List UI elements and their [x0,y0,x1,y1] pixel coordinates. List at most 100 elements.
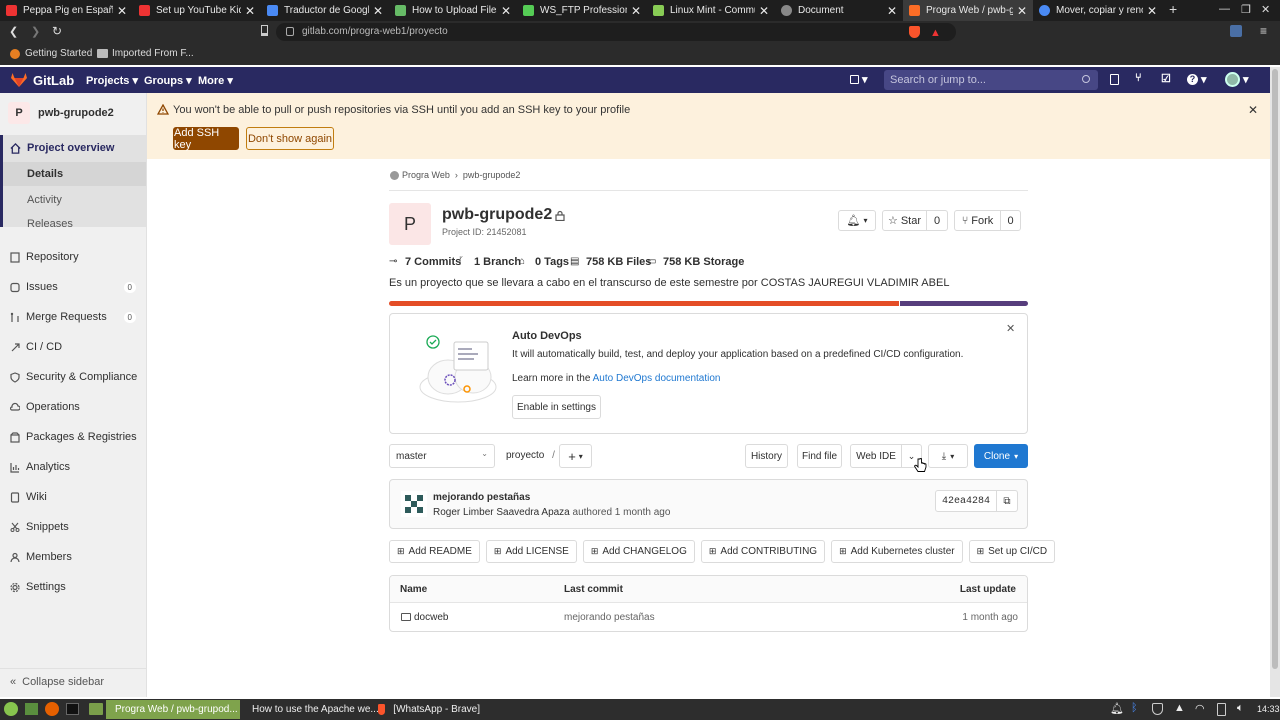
star-count[interactable]: 0 [926,210,948,231]
sidebar-subitem-releases[interactable]: Releases [17,211,146,237]
sidebar-item-settings[interactable]: Settings [0,574,146,600]
devops-docs-link[interactable]: Auto DevOps documentation [593,373,721,384]
browser-tab[interactable]: Document ✕ [775,0,903,21]
find-file-button[interactable]: Find file [797,444,842,468]
close-tab-icon[interactable]: ✕ [117,4,127,18]
file-last-commit[interactable]: mejorando pestañas [564,612,655,623]
nav-groups[interactable]: Groups ▾ [144,74,192,87]
clock[interactable]: 14:33 [1257,704,1280,714]
forward-icon[interactable]: ❯ [31,25,40,38]
breadcrumb-project[interactable]: pwb-grupode2 [463,170,521,180]
sidebar-item-operations[interactable]: Operations [0,394,146,420]
table-row[interactable]: docweb mejorando pestañas 1 month ago [390,604,1027,631]
nav-more[interactable]: More ▾ [198,74,233,87]
brave-shield-icon[interactable] [909,26,920,38]
close-tab-icon[interactable]: ✕ [501,4,511,18]
history-button[interactable]: History [745,444,788,468]
merge-requests-icon[interactable]: ⑂ [1135,72,1142,84]
search-input[interactable]: Search or jump to... [884,70,1098,90]
sidebar-item-issues[interactable]: Issues 0 [0,274,146,300]
bluetooth-icon[interactable]: ᛒ [1131,702,1138,714]
user-avatar[interactable] [1225,72,1240,87]
close-banner-icon[interactable]: ✕ [1248,103,1258,117]
chevron-down-icon[interactable]: ▾ [1201,73,1207,86]
menu-icon[interactable]: ≡ [1260,24,1267,38]
download-button[interactable]: ⤓ ▾ [928,444,968,468]
add-ssh-key-button[interactable]: Add SSH key [173,127,239,151]
volume-icon[interactable]: 🔈︎ [1237,702,1244,715]
tags-stat[interactable]: ⌂ 0 Tags [519,256,572,268]
files-stat[interactable]: ▤ 758 KB Files [570,256,654,268]
back-icon[interactable]: ❮ [9,25,18,38]
browser-tab[interactable]: Linux Mint - Community✕ [647,0,775,21]
sidebar-subitem-details[interactable]: Details [17,161,146,187]
setup-ci-cd-button[interactable]: ⊞ Set up CI/CD [968,540,1056,563]
branch-select[interactable]: master ⌄ [389,444,495,468]
wifi-icon[interactable]: ◠ [1195,702,1205,715]
new-item-icon[interactable] [850,75,859,84]
notification-button[interactable]: 🔔︎ ▾ [838,210,876,231]
add-kubernetes-button[interactable]: ⊞ Add Kubernetes cluster [831,540,963,563]
maximize-icon[interactable]: ❐ [1241,3,1251,16]
translate-icon[interactable] [1230,25,1242,37]
close-tab-icon[interactable]: ✕ [245,4,255,18]
todo-icon[interactable] [1110,74,1119,85]
bookmark-getting-started[interactable]: Getting Started [25,48,92,59]
add-changelog-button[interactable]: ⊞ Add CHANGELOG [582,540,695,563]
gitlab-logo-icon[interactable] [11,72,27,87]
sidebar-item-wiki[interactable]: Wiki [0,484,146,510]
add-license-button[interactable]: ⊞ Add LICENSE [485,540,577,563]
issues-icon[interactable]: ☑ [1161,72,1171,85]
close-tab-icon[interactable]: ✕ [631,4,641,18]
new-tab-icon[interactable]: + [1169,1,1177,17]
browser-tab[interactable]: Traductor de Google ✕ [261,0,389,21]
bookmark-imported[interactable]: Imported From F... [112,48,194,59]
minimize-icon[interactable]: — [1219,3,1230,15]
taskbar-app-apache[interactable]: How to use the Apache we... [240,700,379,719]
project-name[interactable]: pwb-grupode2 [38,107,114,119]
scrollbar-thumb[interactable] [1272,69,1278,669]
browser-tab-active[interactable]: Progra Web / pwb-gru✕ [903,0,1033,21]
commits-stat[interactable]: ⊸ 7 Commits [389,256,464,268]
copy-sha-button[interactable]: ⧉ [996,490,1018,512]
show-desktop-icon[interactable] [25,703,38,715]
update-icon[interactable]: ▲ [1174,702,1185,714]
file-name-link[interactable]: docweb [414,612,448,623]
close-card-icon[interactable]: ✕ [1006,322,1015,335]
browser-tab[interactable]: Peppa Pig en Español |✕ [0,0,133,21]
browser-tab[interactable]: Mover, copiar y renom✕ [1033,0,1163,21]
project-avatar[interactable]: P [8,102,30,124]
close-window-icon[interactable]: ✕ [1261,3,1270,16]
fork-button[interactable]: ⑂ Fork [954,210,1001,231]
commit-title[interactable]: mejorando pestañas [433,492,530,503]
mint-menu-icon[interactable] [4,702,18,716]
brave-rewards-icon[interactable]: ▲ [930,24,941,42]
language-bar[interactable] [389,301,1028,306]
sidebar-item-analytics[interactable]: Analytics [0,454,146,480]
firefox-launcher-icon[interactable] [45,702,59,716]
commit-sha[interactable]: 42ea4284 [935,490,997,512]
author-avatar[interactable] [401,491,427,517]
bookmark-icon[interactable] [261,25,268,36]
sidebar-subitem-activity[interactable]: Activity [17,187,146,213]
shield-tray-icon[interactable] [1152,703,1163,715]
sidebar-item-project-overview[interactable]: Project overview [0,135,146,161]
sidebar-item-repository[interactable]: Repository [0,244,146,270]
clone-button[interactable]: Clone ▾ [974,444,1028,468]
notifications-icon[interactable]: 🔔︎ [1110,702,1124,715]
chevron-down-icon[interactable]: ▾ [1243,73,1249,86]
language-segment[interactable] [900,301,1028,306]
storage-stat[interactable]: ▭ 758 KB Storage [647,256,747,268]
commit-author[interactable]: Roger Limber Saavedra Apaza [433,507,570,518]
close-tab-icon[interactable]: ✕ [373,4,383,18]
add-readme-button[interactable]: ⊞ Add README [389,540,480,563]
language-segment[interactable] [389,301,900,306]
sidebar-item-ci-cd[interactable]: CI / CD [0,334,146,360]
collapse-sidebar-button[interactable]: «Collapse sidebar [0,668,146,694]
reload-icon[interactable]: ↻ [52,24,62,38]
files-icon[interactable] [89,703,103,715]
battery-icon[interactable] [1217,703,1226,716]
fork-count[interactable]: 0 [1000,210,1021,231]
web-ide-button[interactable]: Web IDE [850,444,902,468]
close-tab-icon[interactable]: ✕ [1147,4,1157,18]
